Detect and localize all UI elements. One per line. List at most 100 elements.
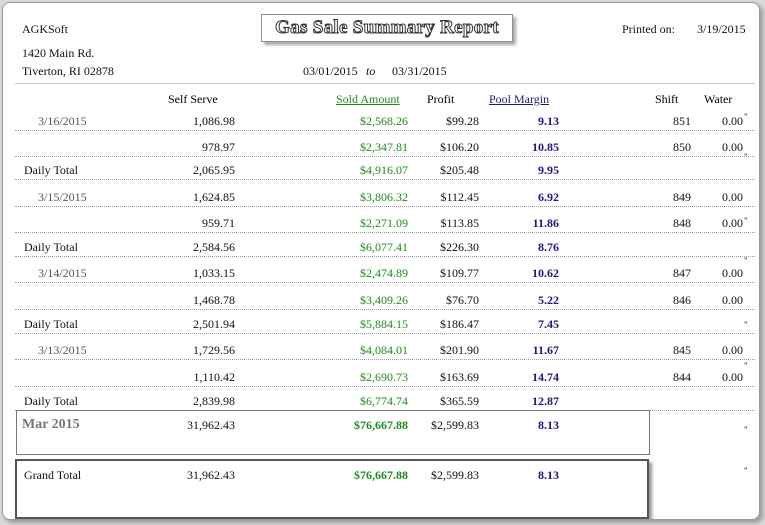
row-water-mark: " — [744, 152, 748, 162]
row-water: 0.00 — [722, 140, 743, 154]
col-sold-amount[interactable]: Sold Amount — [336, 92, 400, 107]
row-sold-amount: $3,409.26 — [360, 293, 408, 307]
address-line1: 1420 Main Rd. — [22, 46, 95, 60]
grand-total-label: Grand Total — [24, 468, 82, 482]
month-pool-margin: 8.13 — [538, 418, 559, 432]
date-range-to: to — [366, 64, 376, 78]
company-name: AGKSoft — [22, 22, 69, 36]
row-sold-amount: $2,568.26 — [360, 114, 408, 128]
row-pool-margin: 9.95 — [538, 163, 559, 177]
row-self-serve: 2,065.95 — [193, 163, 235, 177]
row-date: 3/14/2015 — [38, 266, 87, 280]
date-range-start: 03/01/2015 — [303, 64, 358, 78]
printed-on-label: Printed on: — [622, 22, 675, 36]
row-separator — [15, 386, 755, 387]
row-shift: 848 — [673, 216, 691, 230]
row-self-serve: 1,729.56 — [193, 343, 235, 357]
row-shift: 850 — [673, 140, 691, 154]
row-self-serve: 2,584.56 — [193, 240, 235, 254]
row-sold-amount: $2,474.89 — [360, 266, 408, 280]
row-self-serve: 1,110.42 — [193, 370, 235, 384]
month-self-serve: 31,962.43 — [187, 418, 235, 432]
row-water-mark: " — [744, 425, 748, 435]
col-pool-margin[interactable]: Pool Margin — [489, 92, 549, 107]
row-separator — [15, 282, 755, 283]
daily-total-label: Daily Total — [24, 240, 78, 254]
row-profit: $113.85 — [440, 216, 479, 230]
row-pool-margin: 7.45 — [538, 317, 559, 331]
row-separator — [15, 333, 755, 334]
row-water: 0.00 — [722, 293, 743, 307]
address-line2: Tiverton, RI 02878 — [22, 64, 114, 78]
row-profit: $201.90 — [440, 343, 479, 357]
col-self-serve: Self Serve — [168, 92, 218, 106]
row-water: 0.00 — [722, 216, 743, 230]
col-water: Water — [704, 92, 733, 106]
daily-total-label: Daily Total — [24, 317, 78, 331]
row-shift: 845 — [673, 343, 691, 357]
col-profit: Profit — [427, 92, 455, 106]
row-profit: $226.30 — [440, 240, 479, 254]
row-pool-margin: 6.92 — [538, 190, 559, 204]
row-self-serve: 1,468.78 — [193, 293, 235, 307]
row-sold-amount: $5,884.15 — [360, 317, 408, 331]
row-separator — [15, 179, 755, 180]
row-self-serve: 2,501.94 — [193, 317, 235, 331]
row-sold-amount: $4,916.07 — [360, 163, 408, 177]
grand-total-pool-margin: 8.13 — [538, 468, 559, 482]
row-sold-amount: $6,077.41 — [360, 240, 408, 254]
row-profit: $106.20 — [440, 140, 479, 154]
row-shift: 846 — [673, 293, 691, 307]
row-self-serve: 2,839.98 — [193, 394, 235, 408]
row-shift: 847 — [673, 266, 691, 280]
row-water-mark: " — [744, 361, 748, 371]
row-shift: 844 — [673, 370, 691, 384]
report-page: AGKSoft 1420 Main Rd. Tiverton, RI 02878… — [2, 2, 760, 520]
row-profit: $205.48 — [440, 163, 479, 177]
printed-on-date: 3/19/2015 — [697, 22, 746, 36]
row-self-serve: 959.71 — [202, 216, 235, 230]
row-separator — [15, 206, 755, 207]
row-profit: $112.45 — [440, 190, 479, 204]
row-self-serve: 1,086.98 — [193, 114, 235, 128]
row-water-mark: " — [744, 320, 748, 330]
row-sold-amount: $4,084.01 — [360, 343, 408, 357]
row-separator — [15, 130, 755, 131]
header-divider — [15, 83, 755, 84]
date-range-end: 03/31/2015 — [392, 64, 447, 78]
grand-total-sold-amount: $76,667.88 — [354, 468, 408, 482]
row-water: 0.00 — [722, 343, 743, 357]
month-sold-amount: $76,667.88 — [354, 418, 408, 432]
row-profit: $76.70 — [446, 293, 479, 307]
row-self-serve: 978.97 — [202, 140, 235, 154]
row-water: 0.00 — [722, 266, 743, 280]
row-pool-margin: 10.62 — [532, 266, 559, 280]
row-sold-amount: $3,806.32 — [360, 190, 408, 204]
month-profit: $2,599.83 — [431, 418, 479, 432]
month-label: Mar 2015 — [22, 417, 80, 432]
row-water: 0.00 — [722, 370, 743, 384]
daily-total-label: Daily Total — [24, 394, 78, 408]
report-title: Gas Sale Summary Report — [261, 14, 513, 42]
row-shift: 849 — [673, 190, 691, 204]
row-pool-margin: 11.86 — [532, 216, 559, 230]
row-pool-margin: 9.13 — [538, 114, 559, 128]
row-shift: 851 — [673, 114, 691, 128]
row-pool-margin: 5.22 — [538, 293, 559, 307]
row-sold-amount: $2,690.73 — [360, 370, 408, 384]
row-separator — [15, 156, 755, 157]
row-profit: $163.69 — [440, 370, 479, 384]
grand-total-self-serve: 31,962.43 — [187, 468, 235, 482]
row-separator — [15, 232, 755, 233]
row-water-mark: " — [744, 466, 748, 476]
row-pool-margin: 14.74 — [532, 370, 559, 384]
row-pool-margin: 12.87 — [532, 394, 559, 408]
row-water-mark: " — [744, 216, 748, 226]
row-date: 3/16/2015 — [38, 114, 87, 128]
row-separator — [15, 309, 755, 310]
col-shift: Shift — [655, 92, 679, 106]
row-sold-amount: $2,347.81 — [360, 140, 408, 154]
daily-total-label: Daily Total — [24, 163, 78, 177]
row-water-mark: " — [744, 112, 748, 122]
row-separator — [15, 359, 755, 360]
